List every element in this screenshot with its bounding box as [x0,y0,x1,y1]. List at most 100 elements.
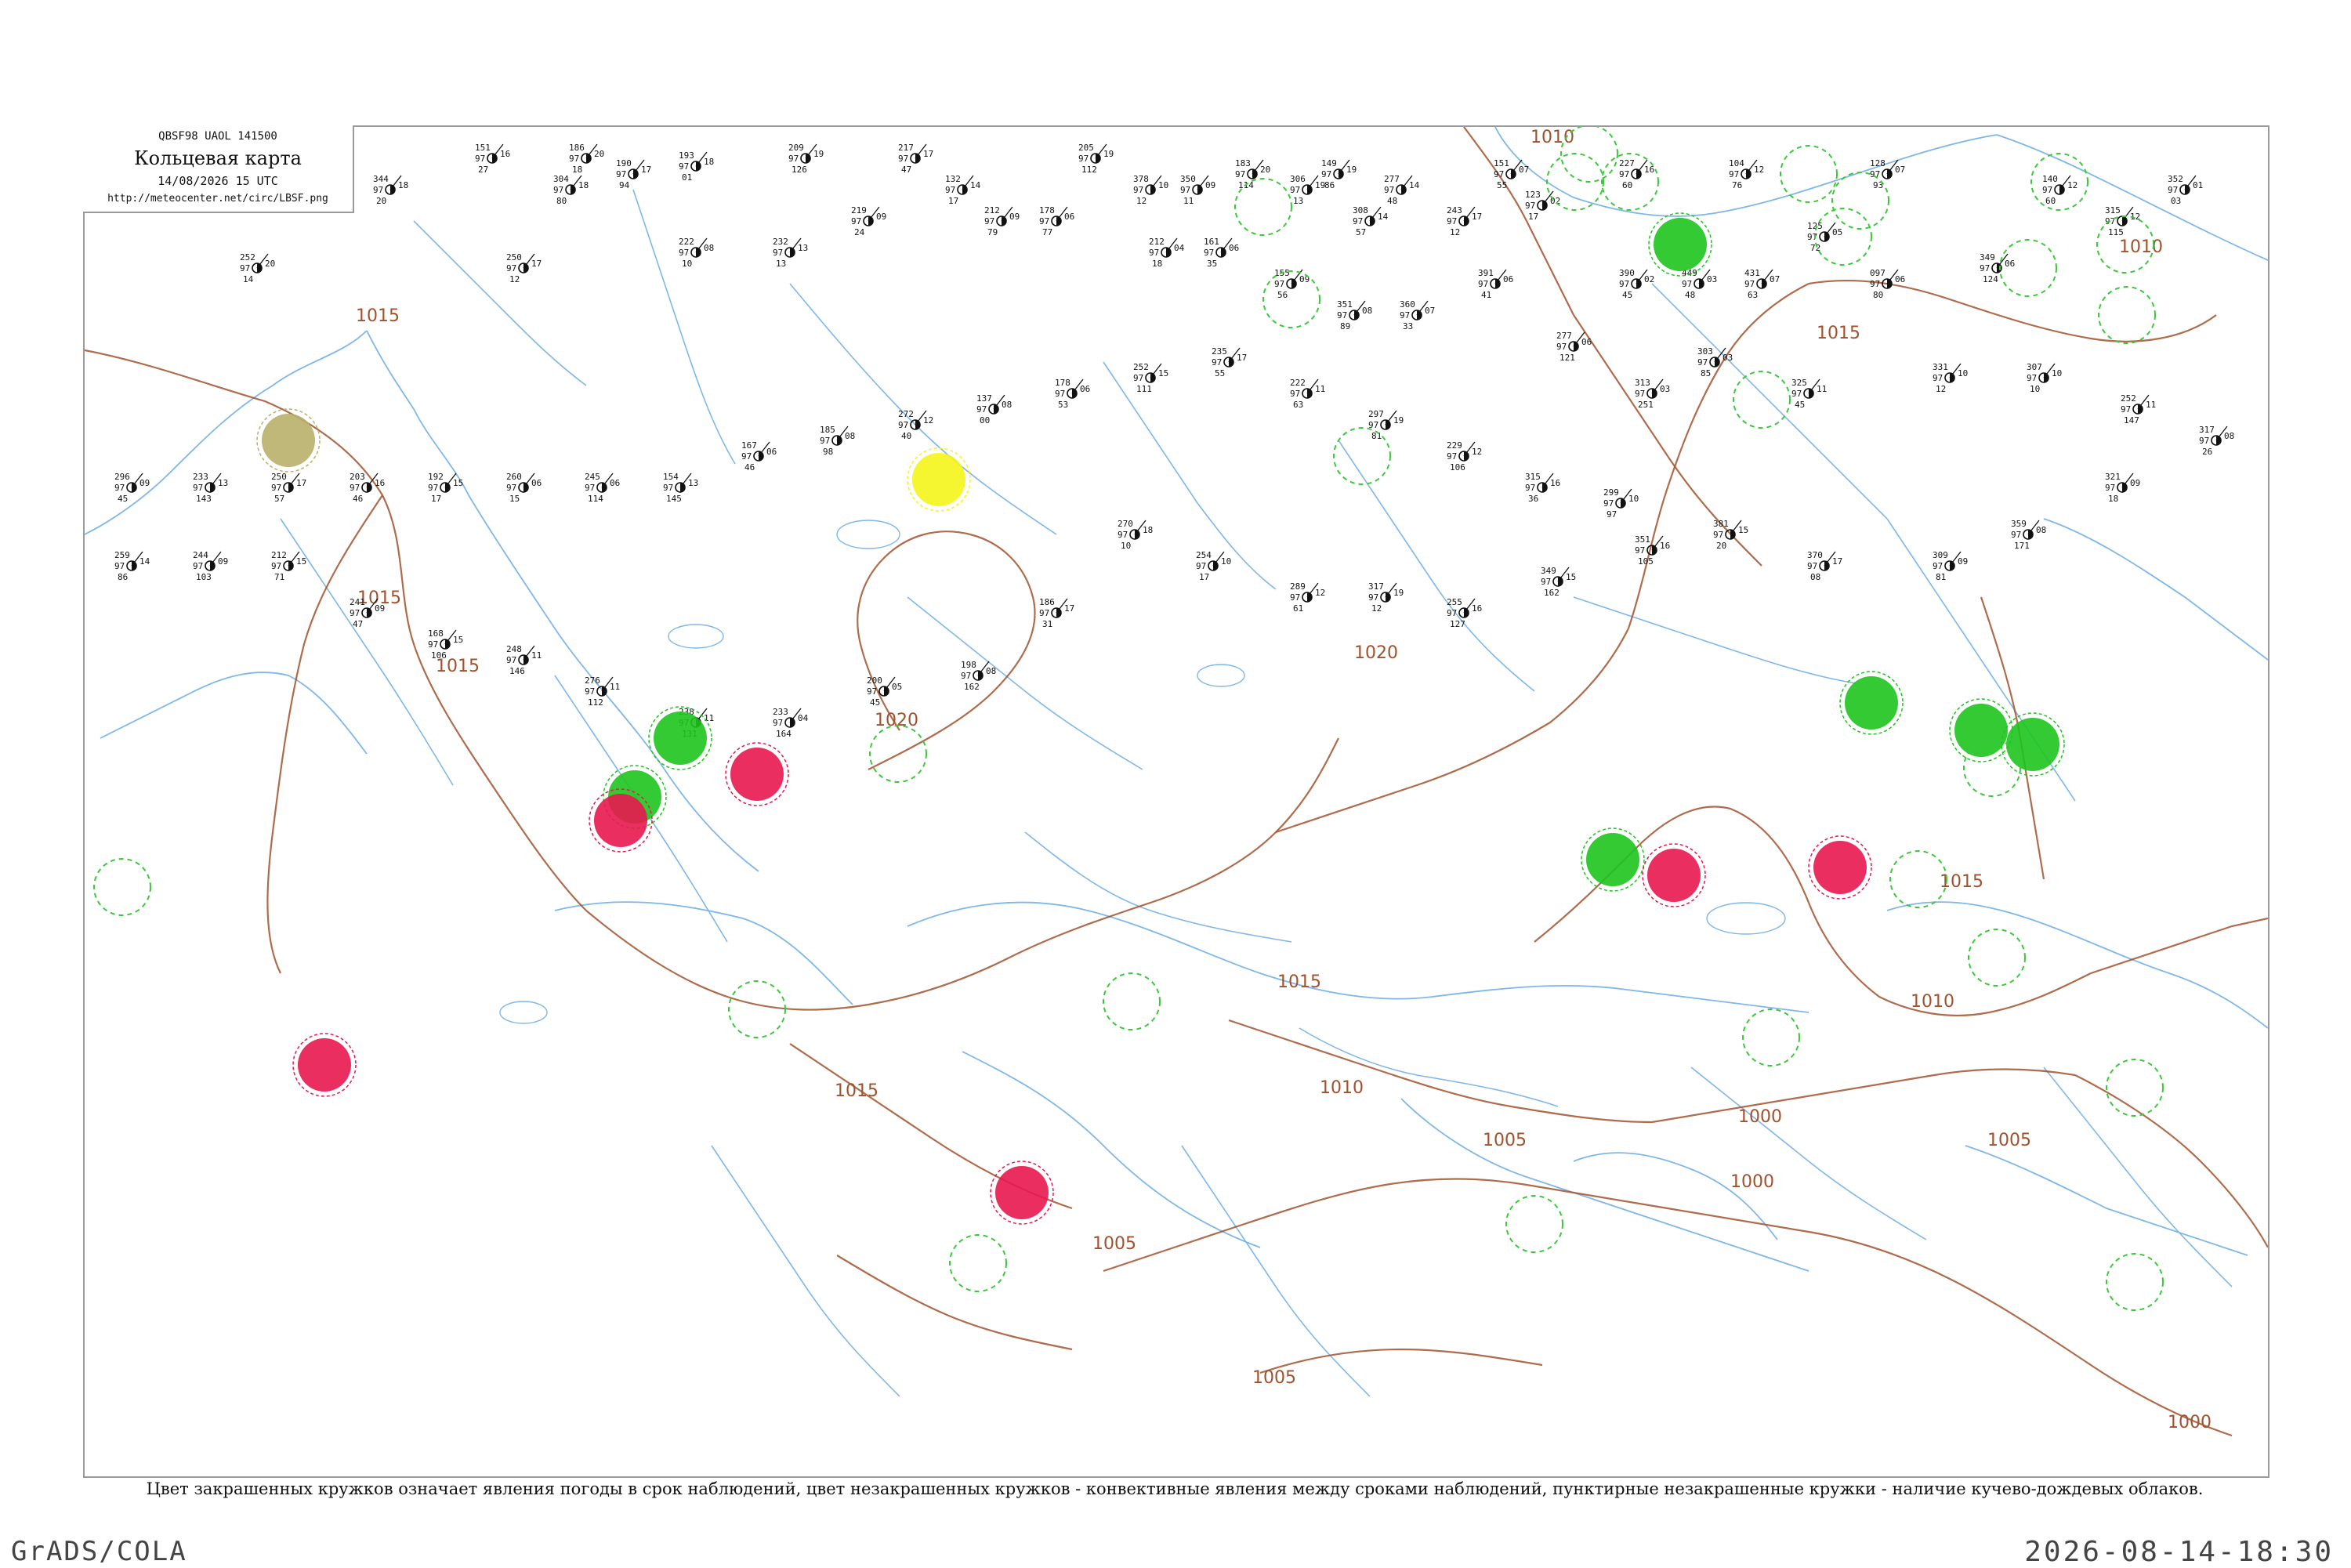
station-pressure: 13 [798,243,808,253]
station-pressure: 17 [923,149,933,159]
station-pressure: 12 [1315,588,1325,598]
station-pressure: 08 [1002,400,1012,410]
station-number: 20 [376,196,386,206]
thunderstorm-marker [594,794,647,847]
cumulonimbus-ring [93,858,151,916]
station-temp: 317 [1368,581,1384,592]
station-pressure: 12 [1472,447,1482,457]
station-value: 97 [1447,608,1457,618]
station-pressure: 20 [1260,165,1270,175]
station-pressure: 06 [531,478,542,488]
station-temp: 309 [1933,550,1948,560]
station-temp: 315 [1525,472,1541,482]
station-plot: 140 12 9760 [2042,174,2078,206]
station-temp: 359 [2011,519,2027,529]
station-value: 97 [2105,483,2115,493]
station-temp: 313 [1635,378,1650,388]
station-number: 86 [118,572,128,582]
station-pressure: 06 [610,478,620,488]
station-value: 97 [1933,373,1943,383]
station-number: 00 [980,415,990,425]
station-pressure: 07 [1895,165,1905,175]
station-pressure: 11 [704,713,714,723]
station-pressure: 08 [2224,431,2234,441]
station-value: 97 [1235,169,1245,179]
station-temp: 186 [1039,597,1055,607]
station-pressure: 11 [2146,400,2156,410]
station-temp: 381 [1713,519,1729,529]
station-pressure: 09 [1958,556,1968,567]
station-value: 97 [271,483,281,493]
station-plot: 233 04 97164 [773,707,809,739]
station-pressure: 12 [1754,165,1764,175]
station-plot: 349 06 97124 [1980,252,2015,284]
source-url[interactable]: http://meteocenter.net/circ/LBSF.png [83,193,353,205]
station-temp: 248 [506,644,522,654]
station-plot: 370 17 9708 [1807,550,1842,582]
coastlines [85,127,2268,1272]
station-value: 97 [1290,185,1300,195]
station-temp: 255 [1447,597,1462,607]
station-value: 97 [1980,263,1990,273]
station-pressure: 03 [1707,274,1717,284]
station-temp: 349 [1980,252,1995,263]
station-number: 10 [2030,384,2040,394]
station-pressure: 12 [923,415,933,425]
station-number: 47 [353,619,363,629]
station-number: 86 [1324,180,1335,190]
station-value: 97 [1635,389,1645,399]
station-value: 97 [898,420,908,430]
station-temp: 321 [2105,472,2121,482]
station-plot: 244 09 97103 [193,550,228,582]
cumulonimbus-ring [2098,286,2156,344]
station-pressure: 10 [1958,368,1968,378]
station-number: 124 [1983,274,1998,284]
station-plot: 270 18 9710 [1118,519,1153,551]
weather-markers [93,127,2164,1311]
station-pressure: 09 [375,603,385,614]
station-plot: 307109710 [2027,362,2062,394]
station-pressure: 16 [1472,603,1482,614]
station-plot: 344 18 9720 [373,174,408,206]
station-value: 97 [898,154,908,164]
station-plot: 306 19 9713 [1290,174,1325,206]
station-temp: 243 [1447,205,1462,215]
station-number: 12 [1371,603,1382,614]
station-plot: 252 15 97111 [1133,362,1168,394]
station-plot: 252 11 97147 [2121,393,2156,425]
station-temp: 250 [271,472,287,482]
station-number: 17 [1199,572,1209,582]
rain-marker [1586,833,1639,886]
station-pressure: 19 [1315,180,1325,190]
station-temp: 245 [585,472,600,482]
cumulonimbus-ring [1103,972,1161,1030]
station-pressure: 19 [1346,165,1357,175]
station-plot: 360 07 9733 [1400,299,1435,331]
station-value: 97 [193,561,203,571]
cumulonimbus-ring [1814,208,1872,266]
station-pressure: 11 [610,682,620,692]
station-plot: 212 09 9779 [984,205,1020,237]
station-value: 97 [1400,310,1410,320]
station-plot: 359 08 97171 [2011,519,2046,551]
station-pressure: 12 [2067,180,2078,190]
station-pressure: 18 [398,180,408,190]
station-number: 17 [948,196,958,206]
station-temp: 128 [1870,158,1886,168]
station-pressure: 19 [1393,588,1404,598]
station-pressure: 07 [1519,165,1529,175]
station-value: 97 [350,483,360,493]
station-temp: 185 [820,425,835,435]
station-temp: 161 [1204,237,1219,247]
station-plot: 209 19 97126 [788,143,824,175]
station-value: 97 [679,161,689,172]
isobar-label: 1010 [1911,992,1954,1012]
station-number: 80 [1873,290,1883,300]
lakes [499,520,1786,1024]
station-pressure: 17 [1237,353,1247,363]
station-pressure: 09 [1009,212,1020,222]
station-number: 56 [1277,290,1288,300]
station-pressure: 03 [1660,384,1670,394]
map-title-box: QBSF98 UAOL 141500 Кольцевая карта 14/08… [83,125,354,213]
station-value: 97 [945,185,955,195]
